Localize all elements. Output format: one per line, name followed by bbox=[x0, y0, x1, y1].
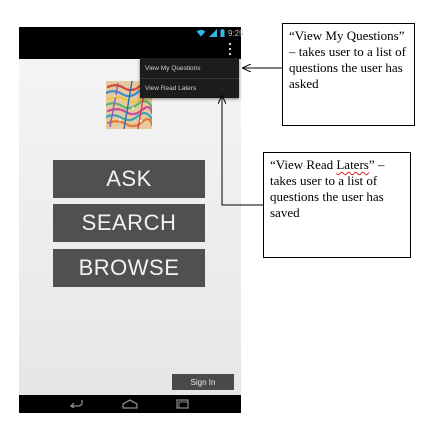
callout-readlaters-prefix: “View Read bbox=[270, 157, 337, 172]
read-laters-arrow bbox=[222, 96, 263, 206]
callout-view-my-questions: “View My Questions” – takes user to a li… bbox=[282, 23, 415, 126]
callout-readlaters-word: Laters bbox=[336, 157, 369, 172]
callout-view-read-laters: “View Read Laters” – takes user to a lis… bbox=[263, 152, 411, 258]
callout-questions-text: “View My Questions” – takes user to a li… bbox=[289, 28, 406, 91]
